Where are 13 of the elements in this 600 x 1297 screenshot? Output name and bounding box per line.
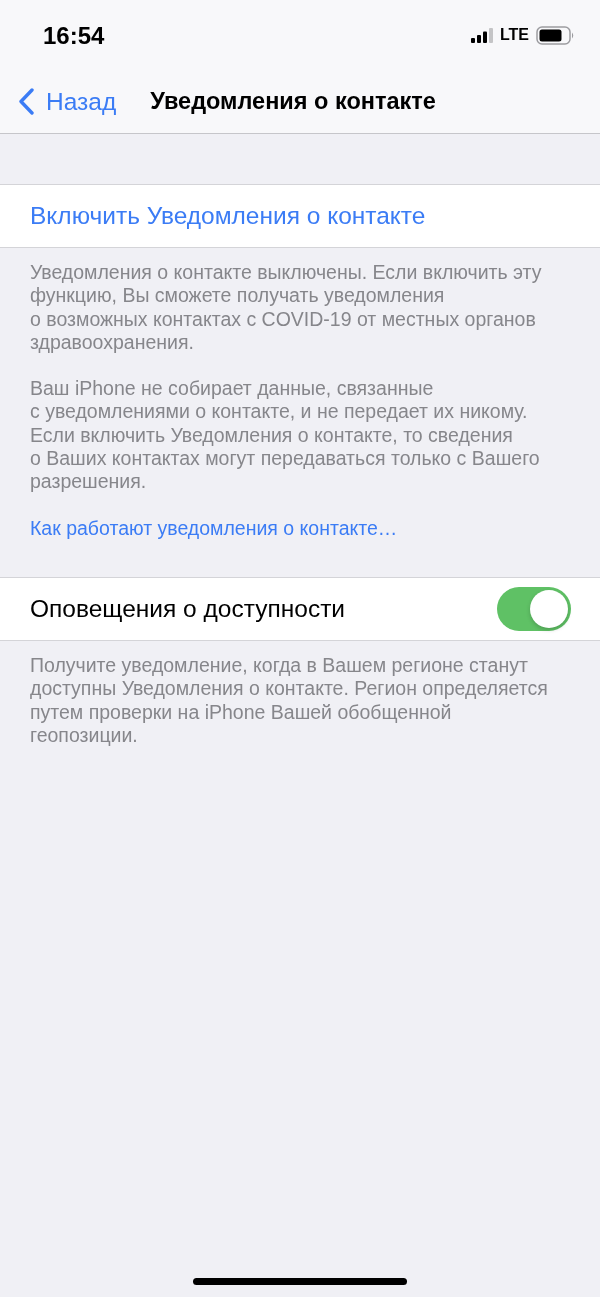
info-link[interactable]: Как работают уведомления о контакте… xyxy=(30,516,398,540)
footer-paragraph: Уведомления о контакте выключены. Если включить эту функцию, Вы сможете получать уведомления о возможных контактах с COVID-19 от местных органов здравоохранения. xyxy=(30,261,542,355)
signal-icon xyxy=(470,27,494,43)
toggle-label: Оповещения о доступности xyxy=(30,594,346,623)
network-label: LTE xyxy=(499,26,529,44)
chevron-icon xyxy=(18,88,35,115)
status-time: 16:54 xyxy=(43,22,105,50)
page-title: Уведомления о контакте xyxy=(150,88,436,115)
battery-icon xyxy=(536,25,575,45)
toggle-switch[interactable] xyxy=(497,586,571,631)
footer-paragraph: Получите уведомление, когда в Вашем регионе станут доступны Уведомления о контакте. Регион определяется путем проверки на iPhone Вашей обобщенной геопозиции. xyxy=(30,653,548,748)
back-button[interactable]: Назад xyxy=(18,87,117,116)
footer-paragraph: Ваш iPhone не собирает данные, связанные с уведомлениями о контакте, и не передает их никому. Если включить Уведомления о контакте, то сведения о Ваших контактах могут передаваться только с Вашего разрешения. xyxy=(30,377,540,494)
